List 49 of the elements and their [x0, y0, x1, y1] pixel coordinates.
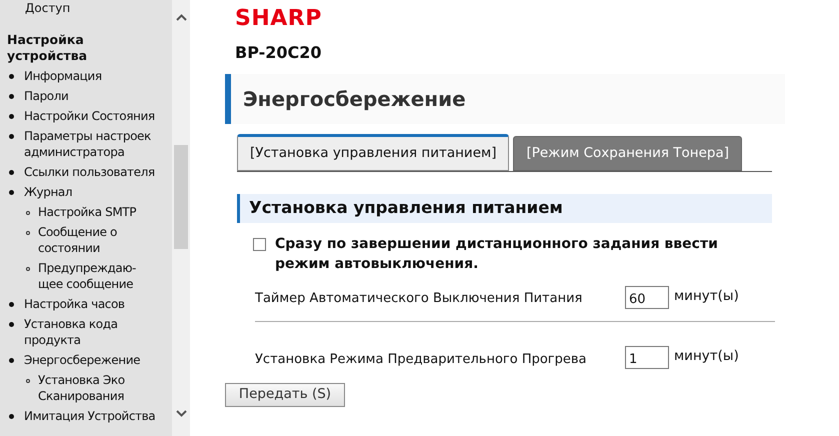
checkbox-label: Сразу по завершении дистанционного задания ввести режим автовыключения.: [275, 235, 719, 274]
sidebar-link[interactable]: Предупреждаю-щее сообщение: [38, 260, 150, 292]
bullet-icon: [26, 211, 30, 215]
sidebar-link[interactable]: Сообщение о состоянии: [38, 224, 150, 256]
tab[interactable]: [Режим Сохранения Тонера]: [513, 136, 742, 171]
bullet-icon: [9, 322, 14, 327]
sidebar-link[interactable]: Журнал: [24, 184, 72, 200]
bullet-icon: [9, 170, 14, 175]
submit-button[interactable]: Передать (S): [225, 382, 345, 406]
unit-label: минут(ы): [674, 287, 739, 306]
bullet-icon: [26, 231, 30, 235]
bullet-icon: [9, 74, 14, 79]
sidebar-link[interactable]: Пароли: [24, 88, 68, 104]
bullet-icon: [9, 94, 14, 99]
sidebar-link[interactable]: Настройки Состояния: [24, 108, 155, 124]
unit-label: минут(ы): [674, 347, 739, 366]
brand-logo: SHARP: [235, 6, 322, 32]
sidebar-link[interactable]: Информация: [24, 68, 102, 84]
bullet-icon: [26, 267, 30, 271]
scrollbar[interactable]: [172, 0, 190, 436]
sidebar-link[interactable]: Настройка часов: [24, 296, 125, 312]
page-title: Энергосбережение: [243, 86, 466, 113]
sidebar-link[interactable]: Настройка SMTP: [38, 204, 136, 220]
bullet-icon: [26, 379, 30, 383]
scroll-down-icon[interactable]: [176, 410, 187, 417]
sidebar-link[interactable]: Энергосбережение: [24, 352, 140, 368]
sidebar-link[interactable]: Параметры настроек администратора: [24, 128, 172, 160]
sidebar-link[interactable]: Имитация Устройства: [24, 408, 156, 424]
tab[interactable]: [Установка управления питанием]: [237, 134, 510, 171]
number-field[interactable]: 1: [625, 346, 669, 370]
model-name: BP-20C20: [235, 43, 322, 63]
scroll-up-icon[interactable]: [176, 14, 187, 21]
field-label: Установка Режима Предварительного Прогрева: [255, 350, 588, 369]
bullet-icon: [9, 190, 14, 195]
number-field[interactable]: 60: [625, 286, 669, 310]
scrollbar-thumb[interactable]: [174, 145, 188, 249]
sidebar-link[interactable]: Установка кода продукта: [24, 316, 172, 348]
bullet-icon: [9, 414, 14, 419]
sidebar-link[interactable]: Установка Эко Сканирования: [38, 372, 150, 404]
bullet-icon: [9, 134, 14, 139]
sidebar-link[interactable]: Доступ: [0, 0, 70, 22]
field-label: Таймер Автоматического Выключения Питания: [255, 290, 584, 308]
checkbox[interactable]: [253, 238, 266, 251]
sidebar-heading: Настройка устройства: [7, 32, 88, 64]
bullet-icon: [9, 302, 14, 307]
section-title: Установка управления питанием: [249, 197, 563, 220]
sidebar-link[interactable]: Ссылки пользователя: [24, 164, 155, 180]
bullet-icon: [9, 358, 14, 363]
bullet-icon: [9, 114, 14, 119]
